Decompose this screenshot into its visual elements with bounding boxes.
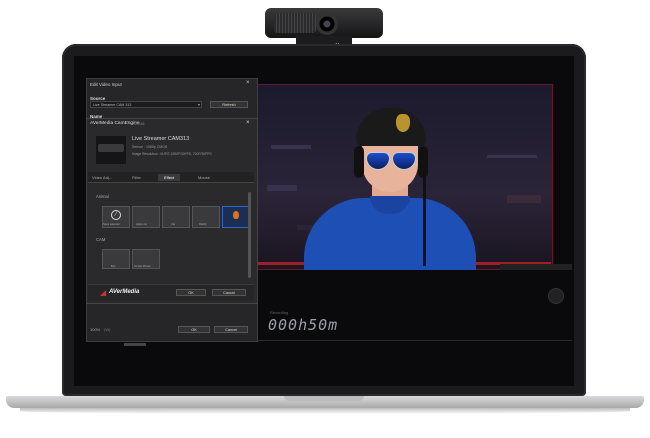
record-timer: 000h50m [268,316,339,334]
close-icon[interactable]: × [246,80,250,86]
tab-effect[interactable]: Effect [158,174,181,181]
refresh-button[interactable]: Refresh [210,101,248,108]
effect-caption: Smoke Mouse [134,265,151,268]
effect-caption: Rabbit [199,223,207,226]
effect-caption: Apple cat [136,223,147,226]
headset-right-icon [418,146,428,178]
tab-mouse[interactable]: Mouse [198,174,210,181]
cancel-button[interactable]: Cancel [212,289,246,296]
section-animal: Animal [96,194,109,199]
device-name: Live Streamer CAM313 [132,136,190,142]
source-select[interactable]: Live Streamer CAM 313 [90,101,202,108]
laptop-shadow [20,408,630,414]
headset-cable [423,176,426,266]
scrollbar[interactable] [248,192,251,278]
flame-icon [233,211,239,219]
ok-button[interactable]: OK [176,289,206,296]
window-title: Edit Video Input [90,82,122,87]
avermedia-logo: AVerMedia [109,289,140,295]
no-entry-icon: ⁄ [111,210,121,220]
zoom-value: 100% [90,327,101,332]
device-sensor: Sensor : 1080p CMOS [132,145,168,149]
preview-control-bar[interactable] [500,264,572,270]
device-resolution: Image Resolution : MJPG 1080P/30FPS, 720… [132,152,212,156]
effect-caption: None selected [103,223,120,226]
webcam-grill [274,13,316,33]
headset-left-icon [354,146,364,178]
camengine-version: v1.0.0.56 [130,122,145,126]
chevron-down-icon[interactable]: ▾ [198,102,200,107]
divider [256,340,572,341]
timer-label: Recording [270,310,289,315]
tab-video-adjust[interactable]: Video Adj... [92,174,112,181]
effect-box-button[interactable] [102,249,130,269]
effect-selected-button[interactable] [222,206,250,228]
tab-filter[interactable]: Filter [132,174,141,181]
avermedia-logo-icon: ◢ [100,288,107,297]
record-button[interactable] [548,288,564,304]
webcam-icon [98,144,124,152]
section-cam: CAM [96,237,106,242]
status-indicator [124,343,146,346]
close-icon[interactable]: × [246,120,250,126]
webcam-lens-icon [316,13,338,35]
ok-button[interactable]: OK [178,326,210,333]
zoom-unit: (W) [104,327,111,332]
cap-badge-icon [396,114,410,132]
cancel-button[interactable]: Cancel [214,326,248,333]
effect-cat-button[interactable] [162,206,190,228]
effect-caption: Box [111,265,116,268]
effect-caption: Cat [171,223,176,226]
laptop-notch [284,396,364,401]
